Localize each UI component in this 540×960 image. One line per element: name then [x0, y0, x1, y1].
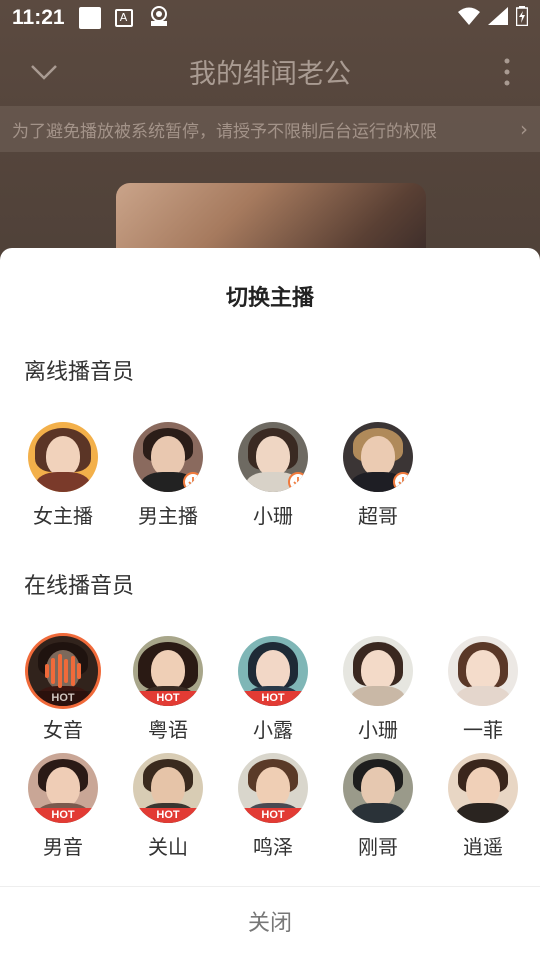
background-permission-notice[interactable]: 为了避免播放被系统暂停，请授予不限制后台运行的权限 › [0, 106, 540, 152]
notice-text: 为了避免播放被系统暂停，请授予不限制后台运行的权限 [12, 121, 437, 142]
hot-badge: HOT [133, 808, 203, 823]
online-anchor-item[interactable]: HOT 粤语 [123, 636, 213, 743]
avatar [343, 636, 413, 706]
online-anchor-item[interactable]: HOT 鸣泽 [228, 753, 318, 860]
offline-anchor-item[interactable]: 男主播 [123, 422, 213, 529]
anchor-name: 女音 [43, 718, 83, 742]
anchor-name: 女主播 [33, 504, 93, 528]
anchor-name: 刚哥 [358, 835, 398, 859]
hot-badge: HOT [133, 691, 203, 706]
online-section-title: 在线播音员 [24, 574, 135, 599]
anchor-name: 小露 [253, 718, 293, 742]
online-anchor-item[interactable]: HOT 小露 [228, 636, 318, 743]
offline-anchor-item[interactable]: 超哥 [333, 422, 423, 529]
chevron-down-icon[interactable] [28, 56, 60, 88]
anchor-name: 一菲 [463, 718, 503, 742]
playing-indicator-icon [45, 654, 81, 688]
anchor-name: 男音 [43, 835, 83, 859]
hot-badge: HOT [238, 691, 308, 706]
keyboard-icon: A [114, 9, 133, 27]
avatar: HOT [28, 636, 98, 706]
anchor-name: 鸣泽 [253, 835, 293, 859]
online-anchor-item[interactable]: 逍遥 [438, 753, 528, 860]
download-icon [183, 472, 203, 492]
download-icon [288, 472, 308, 492]
avatar [28, 422, 98, 492]
page-title: 我的绯闻老公 [189, 58, 351, 90]
avatar: HOT [28, 753, 98, 823]
wifi-icon [458, 6, 480, 30]
anchor-name: 小珊 [253, 504, 293, 528]
avatar [448, 636, 518, 706]
signal-icon [488, 6, 508, 30]
notification-icon [78, 7, 101, 29]
avatar: HOT [133, 636, 203, 706]
anchor-name: 男主播 [138, 504, 198, 528]
avatar [343, 753, 413, 823]
online-anchor-item[interactable]: 小珊 [333, 636, 423, 743]
avatar: HOT [238, 636, 308, 706]
download-icon [393, 472, 413, 492]
offline-section-title: 离线播音员 [24, 360, 135, 385]
status-time: 11:21 [12, 6, 65, 29]
anchor-name: 超哥 [358, 504, 398, 528]
anchor-name: 小珊 [358, 718, 398, 742]
online-anchor-item[interactable]: HOT 男音 [18, 753, 108, 860]
online-anchor-item-selected[interactable]: HOT 女音 [18, 636, 108, 743]
avatar [448, 753, 518, 823]
offline-anchor-item[interactable]: 小珊 [228, 422, 318, 529]
offline-anchor-item[interactable]: 女主播 [18, 422, 108, 529]
online-anchor-item[interactable]: 一菲 [438, 636, 528, 743]
more-options-icon[interactable] [502, 56, 512, 88]
chevron-right-icon: › [520, 117, 528, 141]
anchor-name: 关山 [148, 835, 188, 859]
sheet-title: 切换主播 [225, 286, 314, 311]
hot-badge: HOT [28, 691, 98, 706]
online-anchor-item[interactable]: HOT 关山 [123, 753, 213, 860]
battery-icon [515, 5, 529, 31]
online-anchor-item[interactable]: 刚哥 [333, 753, 423, 860]
close-button[interactable]: 关闭 [0, 887, 540, 960]
avatar [133, 422, 203, 492]
status-bar: 11:21 A [0, 0, 540, 36]
hot-badge: HOT [28, 808, 98, 823]
anchor-name: 粤语 [148, 718, 188, 742]
avatar: HOT [133, 753, 203, 823]
switch-anchor-sheet: 切换主播 离线播音员 在线播音员 女主播 男主播 小珊 超哥 HOT 女音 HO… [0, 248, 540, 960]
avatar [238, 422, 308, 492]
avatar: HOT [238, 753, 308, 823]
podcast-icon [147, 5, 171, 32]
avatar [343, 422, 413, 492]
top-bar: 我的绯闻老公 [0, 36, 540, 106]
hot-badge: HOT [238, 808, 308, 823]
anchor-name: 逍遥 [463, 835, 503, 859]
